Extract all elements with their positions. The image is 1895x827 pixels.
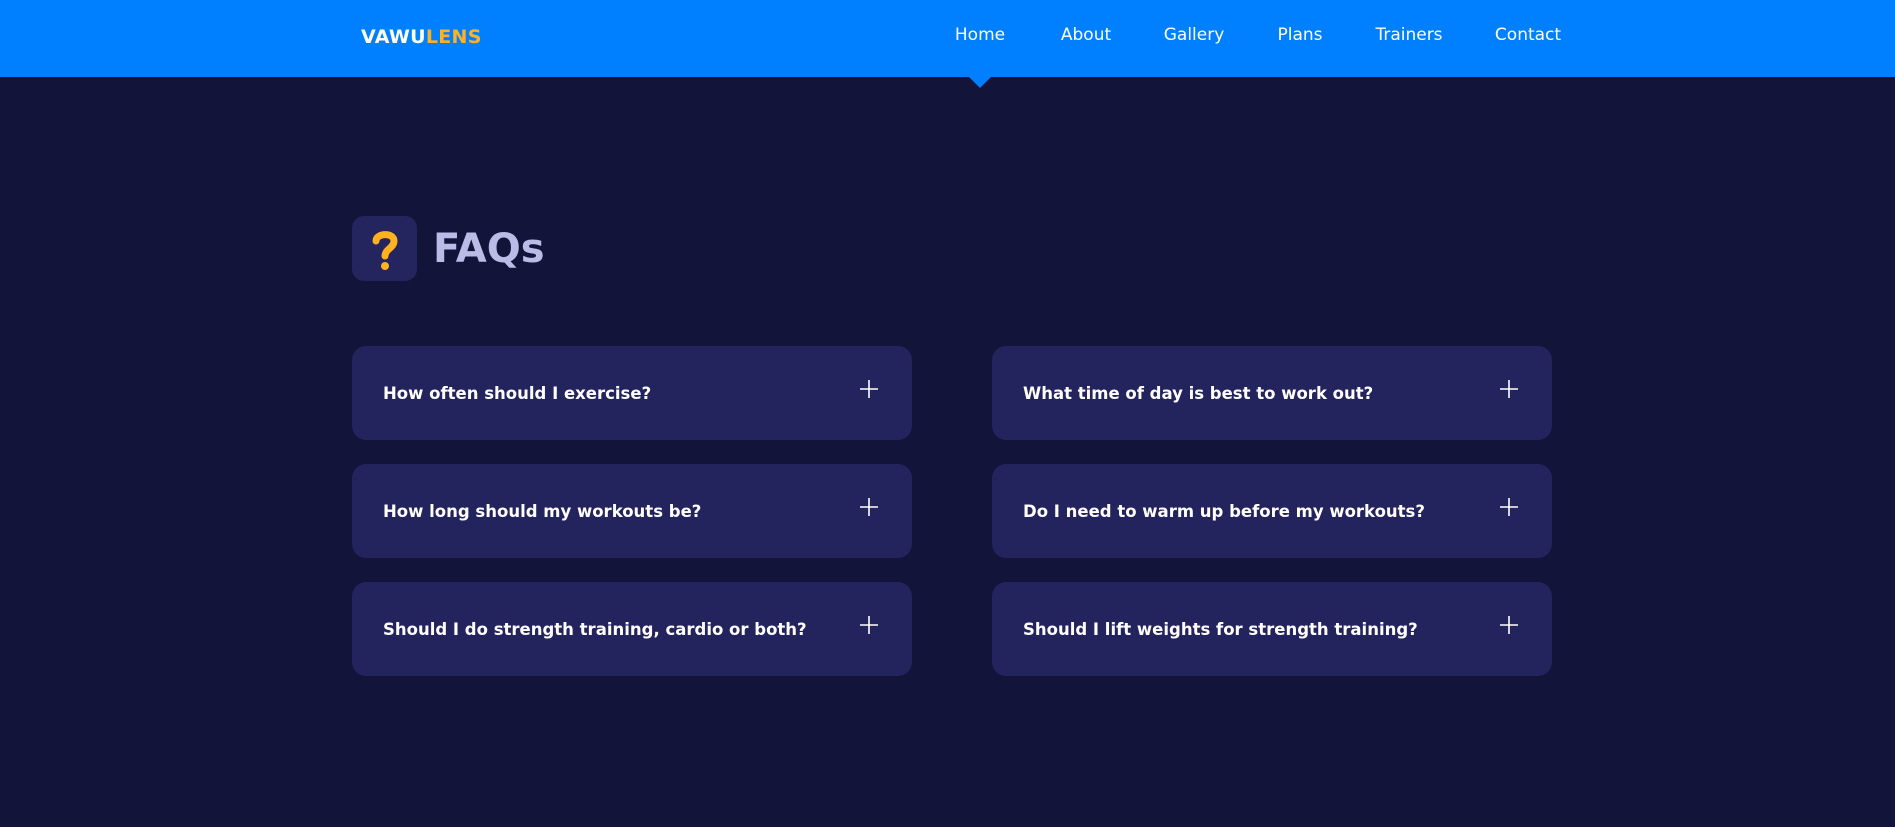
faq-title: FAQs — [433, 225, 545, 272]
faq-question: How often should I exercise? — [383, 383, 652, 403]
faq-badge — [352, 216, 417, 281]
faq-item[interactable]: Do I need to warm up before my workouts? — [992, 464, 1552, 558]
faq-heading: FAQs — [352, 216, 545, 281]
faq-item[interactable]: How long should my workouts be? — [352, 464, 912, 558]
faq-question: Should I lift weights for strength train… — [1023, 619, 1418, 639]
nav-item-home[interactable]: Home — [955, 0, 1005, 73]
faq-question: How long should my workouts be? — [383, 501, 702, 521]
logo-primary-text: VAWU — [361, 26, 426, 48]
plus-icon[interactable] — [860, 380, 878, 398]
nav-item-trainers[interactable]: Trainers — [1375, 0, 1442, 73]
faq-question: What time of day is best to work out? — [1023, 383, 1374, 403]
faq-item[interactable]: Should I do strength training, cardio or… — [352, 582, 912, 676]
nav-item-about[interactable]: About — [1061, 0, 1111, 73]
nav-item-contact[interactable]: Contact — [1495, 0, 1561, 73]
logo-accent-text: LENS — [425, 26, 482, 48]
faq-question: Should I do strength training, cardio or… — [383, 619, 807, 639]
faq-item[interactable]: How often should I exercise? — [352, 346, 912, 440]
faq-item[interactable]: What time of day is best to work out? — [992, 346, 1552, 440]
nav-item-plans[interactable]: Plans — [1277, 0, 1322, 73]
nav-item-gallery[interactable]: Gallery — [1164, 0, 1225, 73]
plus-icon[interactable] — [860, 616, 878, 634]
faq-question: Do I need to warm up before my workouts? — [1023, 501, 1425, 521]
active-nav-indicator — [969, 77, 991, 88]
plus-icon[interactable] — [1500, 616, 1518, 634]
site-logo[interactable]: VAWULENS — [361, 25, 482, 49]
plus-icon[interactable] — [1500, 380, 1518, 398]
top-navbar: VAWULENS Home About Gallery Plans Traine… — [0, 0, 1895, 77]
plus-icon[interactable] — [860, 498, 878, 516]
question-mark-icon — [372, 230, 398, 270]
faq-item[interactable]: Should I lift weights for strength train… — [992, 582, 1552, 676]
plus-icon[interactable] — [1500, 498, 1518, 516]
